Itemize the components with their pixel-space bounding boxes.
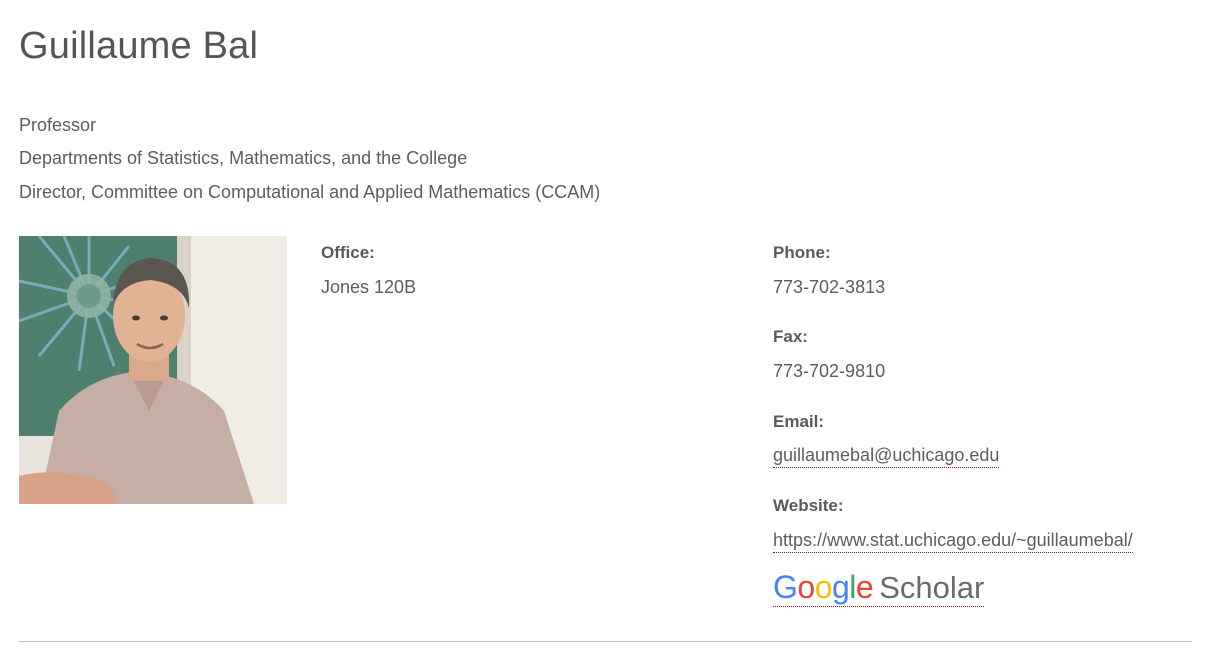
fax-label: Fax: [773, 327, 808, 346]
phone-label: Phone: [773, 243, 831, 262]
google-letter: l [849, 569, 856, 605]
google-scholar-logo-icon: Google Scholar [773, 570, 984, 605]
section-divider [19, 641, 1192, 642]
email-label: Email: [773, 412, 825, 431]
fax-value: 773-702-9810 [773, 361, 886, 381]
office-value: Jones 120B [321, 277, 417, 297]
director-line: Director, Committee on Computational and… [19, 182, 601, 202]
scholar-word: Scholar [879, 570, 985, 605]
google-letter: g [831, 569, 850, 605]
page-title: Guillaume Bal [19, 25, 259, 67]
profile-photo [19, 236, 287, 504]
office-label: Office: [321, 243, 375, 262]
website-link[interactable]: https://www.stat.uchicago.edu/~guillaume… [773, 529, 1133, 553]
google-scholar-link[interactable]: Google Scholar [773, 570, 985, 607]
phone-value: 773-702-3813 [773, 277, 886, 297]
google-letter: e [855, 569, 874, 605]
departments-line: Departments of Statistics, Mathematics, … [19, 148, 468, 168]
title-professor: Professor [19, 115, 97, 135]
email-link[interactable]: guillaumebal@uchicago.edu [773, 444, 1000, 468]
google-letter: o [797, 569, 815, 605]
website-label: Website: [773, 496, 844, 515]
google-letter: o [814, 569, 833, 605]
google-letter: G [773, 569, 798, 605]
